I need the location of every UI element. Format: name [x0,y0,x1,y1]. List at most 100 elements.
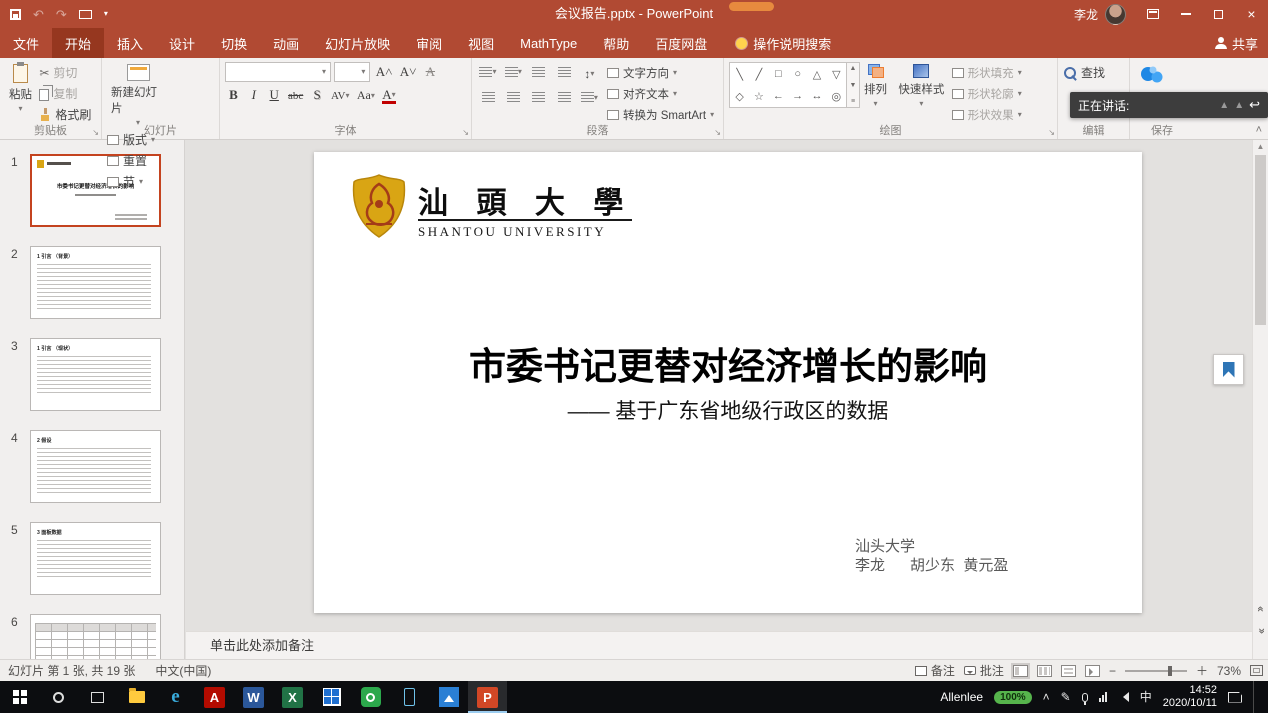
tab-design[interactable]: 设计 [156,28,208,58]
font-name-combo[interactable]: ▾ [225,62,331,82]
minimize-button[interactable] [1169,0,1202,28]
language-indicator[interactable]: 中文(中国) [155,662,211,679]
save-icon[interactable] [10,9,21,20]
tab-baidu-netdisk[interactable]: 百度网盘 [642,28,720,58]
volume-icon[interactable] [1118,692,1129,702]
tell-me-search[interactable]: 操作说明搜索 [736,28,831,58]
tab-review[interactable]: 审阅 [403,28,455,58]
ime-indicator[interactable]: 中 [1140,691,1152,703]
zoom-slider-thumb[interactable] [1168,666,1172,676]
tab-slideshow[interactable]: 幻灯片放映 [312,28,403,58]
reset-button[interactable]: 重置 [107,150,155,171]
columns-button[interactable]: ▾ [578,88,600,108]
fit-slide-to-window-button[interactable] [1250,665,1263,676]
shape-outline-button[interactable]: 形状轮廓▾ [952,83,1022,104]
increase-indent-button[interactable] [553,62,575,82]
ribbon-display-options-button[interactable] [1136,0,1169,28]
restore-button[interactable] [1202,0,1235,28]
tray-user-name[interactable]: Allenlee [940,690,983,704]
acrobat-button[interactable]: A [195,681,234,713]
photos-button[interactable] [429,681,468,713]
pen-icon[interactable]: ✎ [1061,691,1071,703]
justify-button[interactable] [553,88,575,108]
find-button[interactable]: 查找 [1063,62,1124,83]
italic-button[interactable]: I [245,85,262,105]
thumbnail-slide-2[interactable]: 1 引言 （背景） [30,246,161,319]
line-spacing-button[interactable]: ↕▾ [578,64,600,84]
strikethrough-button[interactable]: abc [286,86,305,106]
clock[interactable]: 14:52 2020/10/11 [1163,684,1217,710]
tab-animations[interactable]: 动画 [260,28,312,58]
shape-arrow-left-icon[interactable]: ← [773,90,784,102]
tab-transitions[interactable]: 切换 [208,28,260,58]
vertical-scrollbar[interactable]: ▲ ‹‹ ‹‹ [1252,140,1268,659]
shape-line-icon[interactable]: ╲ [736,68,743,81]
redo-icon[interactable]: ↷ [56,8,67,21]
shrink-font-button[interactable]: A˅ [398,62,419,82]
thumbnail-slide-3[interactable]: 1 引言 （现状） [30,338,161,411]
powerpoint-taskbar-button[interactable]: P [468,681,507,713]
return-to-meeting-icon[interactable]: ↩ [1249,97,1260,113]
excel-button[interactable]: X [273,681,312,713]
search-button[interactable] [39,681,78,713]
shape-fill-button[interactable]: 形状填充▾ [952,62,1022,83]
shapes-gallery-scroll[interactable]: ▲▼≡ [847,62,860,108]
text-shadow-button[interactable]: S [309,85,326,105]
slide-affiliation[interactable]: 汕头大学 [855,535,915,556]
zoom-out-button[interactable]: − [1109,664,1116,678]
section-button[interactable]: 节▾ [107,171,155,192]
your-phone-button[interactable] [390,681,429,713]
edge-button[interactable]: e [156,681,195,713]
netdisk-save-button[interactable] [1135,62,1169,90]
slide-sorter-view-button[interactable] [1037,665,1052,677]
account-avatar[interactable] [1105,4,1126,25]
shape-arrow-right-icon[interactable]: → [792,90,803,102]
decrease-indent-button[interactable] [528,62,550,82]
copy-button[interactable]: 复制 [39,83,91,104]
font-size-combo[interactable]: ▾ [334,62,370,82]
battery-indicator[interactable]: 100% [994,691,1032,704]
shape-triangle-icon[interactable]: △ [813,68,821,81]
paragraph-dialog-launcher[interactable]: ↘ [714,128,721,137]
cut-button[interactable]: ✂剪切 [39,62,91,83]
paste-button[interactable]: 粘贴▾ [5,62,36,115]
collapse-ribbon-icon[interactable]: ˄ [1256,124,1262,137]
align-center-button[interactable] [502,88,524,108]
start-slideshow-icon[interactable] [79,10,92,19]
change-case-button[interactable]: Aa▾ [355,86,377,106]
quick-styles-button[interactable]: 快速样式▾ [894,62,948,110]
scroll-up-icon[interactable]: ▲ [1253,142,1268,151]
shape-circle-icon[interactable]: ○ [794,68,801,80]
green-app-button[interactable] [351,681,390,713]
align-text-button[interactable]: 对齐文本▾ [607,83,714,104]
task-view-button[interactable] [78,681,117,713]
drawing-dialog-launcher[interactable]: ↘ [1048,128,1055,137]
shape-triangle-down-icon[interactable]: ▽ [832,68,840,81]
action-center-icon[interactable] [1228,692,1242,703]
thumbnail-slide-5[interactable]: 3 面板数据 [30,522,161,595]
microphone-icon[interactable] [1082,693,1088,702]
tab-help[interactable]: 帮助 [590,28,642,58]
start-button[interactable] [0,681,39,713]
zoom-percent[interactable]: 73% [1217,664,1241,678]
customize-qat-icon[interactable]: ▾ [104,10,108,18]
grow-font-button[interactable]: A˄ [374,62,395,82]
align-left-button[interactable] [477,88,499,108]
bullets-button[interactable]: ▾ [477,62,499,82]
tab-home[interactable]: 开始 [52,28,104,58]
clipboard-dialog-launcher[interactable]: ↘ [92,128,99,137]
slide-authors[interactable]: 李龙 胡少东 黄元盈 [855,554,1008,575]
font-dialog-launcher[interactable]: ↘ [462,128,469,137]
next-slide-button[interactable]: ‹‹ [1253,625,1268,639]
previous-slide-button[interactable]: ‹‹ [1253,601,1268,615]
reading-view-button[interactable] [1061,665,1076,677]
close-button[interactable]: × [1235,0,1268,28]
notes-pane[interactable]: 单击此处添加备注 [186,631,1252,659]
arrange-button[interactable]: 排列▾ [860,62,891,110]
zoom-in-button[interactable]: ＋ [1196,662,1208,679]
file-explorer-button[interactable] [117,681,156,713]
slide-title[interactable]: 市委书记更替对经济增长的影响 [314,336,1142,390]
shape-diamond-icon[interactable]: ◇ [735,90,743,103]
meeting-floating-indicator[interactable] [729,2,774,11]
scrollbar-thumb[interactable] [1255,155,1266,325]
